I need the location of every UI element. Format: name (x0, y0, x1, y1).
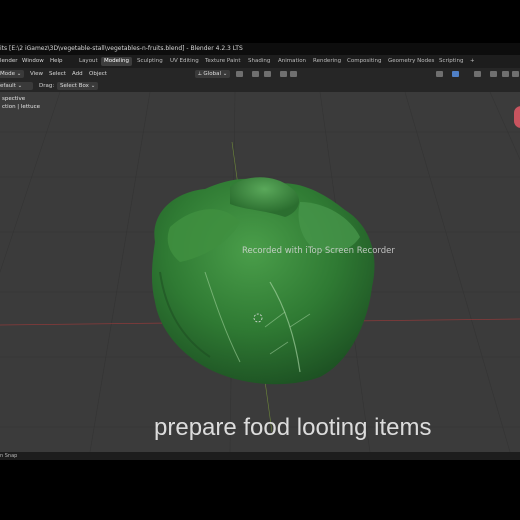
drag-label: Drag: (39, 83, 55, 89)
add-workspace-button[interactable]: + (467, 57, 478, 66)
tab-geometry-nodes[interactable]: Geometry Nodes (385, 57, 437, 66)
snap-target-icon[interactable] (264, 71, 271, 77)
menu-add[interactable]: Add (72, 68, 83, 80)
tab-compositing[interactable]: Compositing (344, 57, 384, 66)
tab-rendering[interactable]: Rendering (310, 57, 344, 66)
preset-dropdown[interactable]: efault ⌄ (0, 82, 33, 90)
orientation-dropdown[interactable]: ⟂ Global ⌄ (195, 70, 231, 78)
tab-layout[interactable]: Layout (76, 57, 101, 66)
top-menubar: lender Window Help Layout Modeling Sculp… (0, 55, 520, 68)
navigation-gizmo[interactable] (514, 106, 520, 128)
gizmo-toggle-icon[interactable] (452, 71, 459, 77)
chevron-down-icon: ⌄ (222, 71, 228, 77)
menu-select[interactable]: Select (49, 68, 66, 80)
window-title: its [E:\2 iGamez\3D\vegetable-stall\vege… (0, 45, 243, 52)
3d-viewport[interactable]: spective ction | lettuce Recorded with i… (0, 92, 520, 452)
xray-icon[interactable] (490, 71, 497, 77)
tool-settings-header: efault ⌄ Drag: Select Box ⌄ (0, 80, 520, 92)
falloff-icon[interactable] (290, 71, 297, 77)
video-caption: prepare food looting items (154, 414, 432, 441)
mode-label: Mode (0, 71, 15, 77)
menu-object[interactable]: Object (89, 68, 107, 80)
tab-texture-paint[interactable]: Texture Paint (202, 57, 244, 66)
view-name-label: spective (2, 96, 26, 102)
collection-label: ction | lettuce (2, 104, 41, 110)
recorder-watermark: Recorded with iTop Screen Recorder (242, 246, 395, 256)
menu-blender[interactable]: lender (0, 55, 18, 68)
menu-window[interactable]: Window (22, 55, 44, 68)
chevron-down-icon: ⌄ (17, 83, 23, 89)
mode-dropdown[interactable]: Mode ⌄ (0, 70, 25, 78)
tab-animation[interactable]: Animation (275, 57, 309, 66)
chevron-down-icon: ⌄ (16, 71, 22, 77)
tab-scripting[interactable]: Scripting (436, 57, 466, 66)
menu-view[interactable]: View (30, 68, 43, 80)
tab-shading[interactable]: Shading (245, 57, 273, 66)
status-text: n Snap (0, 453, 18, 459)
drag-dropdown[interactable]: Select Box ⌄ (57, 82, 99, 90)
viewport-header: Mode ⌄ View Select Add Object ⟂ Global ⌄ (0, 68, 520, 80)
drag-value: Select Box (60, 83, 89, 89)
status-bar: n Snap (0, 452, 520, 460)
proportional-edit-icon[interactable] (280, 71, 287, 77)
tab-uv-editing[interactable]: UV Editing (167, 57, 202, 66)
overlay-icon[interactable] (474, 71, 481, 77)
viewport-scene (0, 92, 520, 452)
visibility-icon[interactable] (436, 71, 443, 77)
tab-sculpting[interactable]: Sculpting (134, 57, 166, 66)
solid-shading-icon[interactable] (512, 71, 519, 77)
transform-orientation-icon: ⟂ (198, 71, 202, 77)
menu-help[interactable]: Help (50, 55, 63, 68)
orientation-label: Global (203, 71, 221, 77)
pivot-point-icon[interactable] (236, 71, 243, 77)
preset-label: efault (0, 83, 16, 89)
snap-icon[interactable] (252, 71, 259, 77)
lettuce-model (151, 177, 375, 385)
window-titlebar: its [E:\2 iGamez\3D\vegetable-stall\vege… (0, 43, 520, 55)
wireframe-shading-icon[interactable] (502, 71, 509, 77)
tab-modeling[interactable]: Modeling (101, 57, 133, 66)
chevron-down-icon: ⌄ (90, 83, 96, 89)
